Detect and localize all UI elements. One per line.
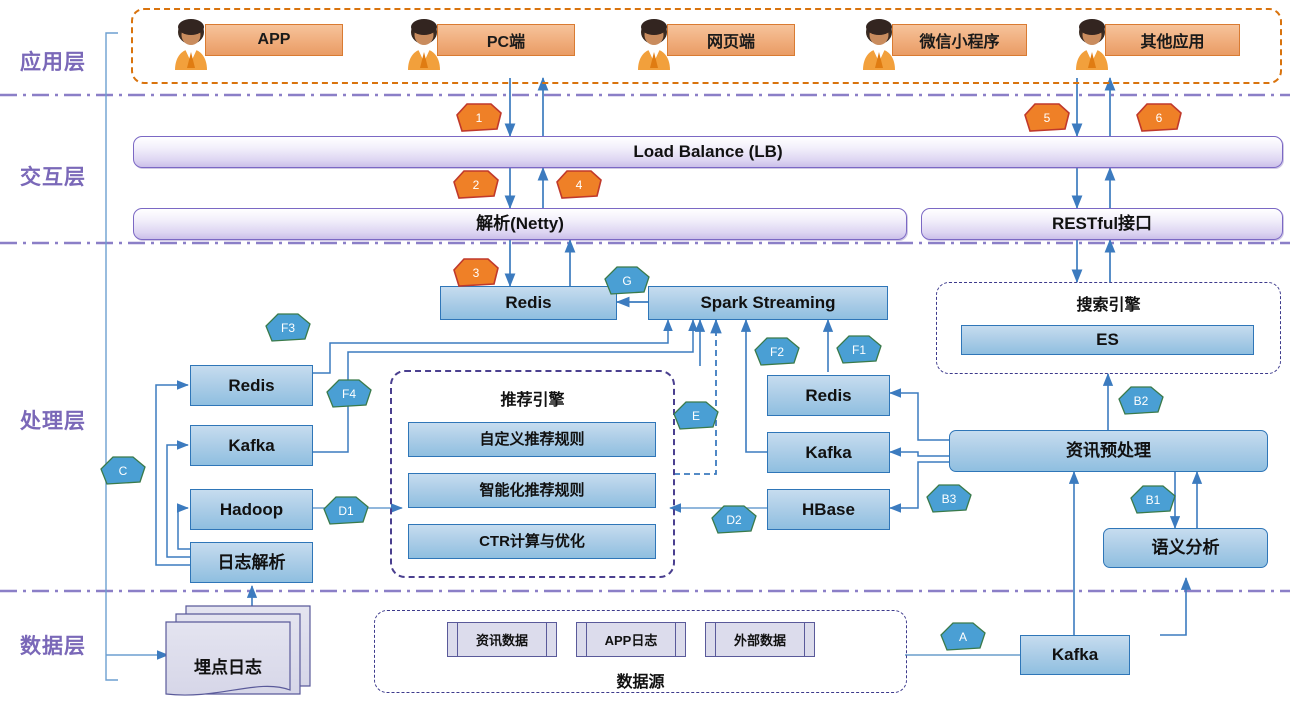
load-balance-box[interactable]: Load Balance (LB) [133, 136, 1283, 168]
client-pc[interactable]: PC端 [437, 24, 575, 56]
flow-marker-4: 4 [556, 170, 602, 200]
layer-label-interaction: 交互层 [20, 166, 86, 189]
tracking-log-label: 埋点日志 [194, 658, 262, 677]
flow-marker-C: C [100, 456, 146, 486]
client-other-apps[interactable]: 其他应用 [1105, 24, 1240, 56]
restful-api-box[interactable]: RESTful接口 [921, 208, 1283, 240]
news-preprocess-box[interactable]: 资讯预处理 [949, 430, 1268, 472]
flow-marker-F4: F4 [326, 379, 372, 409]
architecture-diagram: 应用层 交互层 处理层 数据层 APP PC端 网页端 微信小程序 其他应用 L… [0, 0, 1290, 703]
elasticsearch-box[interactable]: ES [961, 325, 1254, 355]
left-redis-box[interactable]: Redis [190, 365, 313, 406]
datasource-news[interactable]: 资讯数据 [447, 622, 557, 657]
left-kafka-box[interactable]: Kafka [190, 425, 313, 466]
smart-recommend-rule-box[interactable]: 智能化推荐规则 [408, 473, 656, 508]
tracking-log-shape [165, 605, 311, 696]
client-wechat-miniprogram[interactable]: 微信小程序 [892, 24, 1027, 56]
left-log-parse-box[interactable]: 日志解析 [190, 542, 313, 583]
recommend-engine-title: 推荐引擎 [500, 392, 565, 409]
flow-marker-B1: B1 [1130, 485, 1176, 515]
flow-marker-F2: F2 [754, 337, 800, 367]
datasource-title: 数据源 [616, 674, 665, 691]
spark-streaming-box[interactable]: Spark Streaming [648, 286, 888, 320]
netty-parser-box[interactable]: 解析(Netty) [133, 208, 907, 240]
layer-label-processing: 处理层 [20, 410, 86, 433]
tracking-log-stack [0, 0, 1, 1]
flow-marker-6: 6 [1136, 103, 1182, 133]
redis-cache-box[interactable]: Redis [440, 286, 617, 320]
flow-marker-D1: D1 [323, 496, 369, 526]
left-hadoop-box[interactable]: Hadoop [190, 489, 313, 530]
mid-kafka-box[interactable]: Kafka [767, 432, 890, 473]
layer-label-data: 数据层 [20, 635, 86, 658]
datasource-app-log[interactable]: APP日志 [576, 622, 686, 657]
data-kafka-box[interactable]: Kafka [1020, 635, 1130, 675]
search-engine-title: 搜索引擎 [1076, 297, 1141, 314]
flow-marker-B3: B3 [926, 484, 972, 514]
ctr-compute-optimize-box[interactable]: CTR计算与优化 [408, 524, 656, 559]
client-web[interactable]: 网页端 [667, 24, 795, 56]
client-app[interactable]: APP [205, 24, 343, 56]
flow-marker-G: G [604, 266, 650, 296]
flow-marker-F3: F3 [265, 313, 311, 343]
flow-marker-A: A [940, 622, 986, 652]
flow-marker-B2: B2 [1118, 386, 1164, 416]
flow-marker-3: 3 [453, 258, 499, 288]
semantic-analysis-box[interactable]: 语义分析 [1103, 528, 1268, 568]
layer-label-application: 应用层 [20, 51, 86, 74]
custom-recommend-rule-box[interactable]: 自定义推荐规则 [408, 422, 656, 457]
flow-marker-1: 1 [456, 103, 502, 133]
flow-marker-F1: F1 [836, 335, 882, 365]
mid-redis-box[interactable]: Redis [767, 375, 890, 416]
flow-marker-D2: D2 [711, 505, 757, 535]
mid-hbase-box[interactable]: HBase [767, 489, 890, 530]
flow-marker-5: 5 [1024, 103, 1070, 133]
flow-marker-E: E [673, 401, 719, 431]
flow-marker-2: 2 [453, 170, 499, 200]
datasource-external[interactable]: 外部数据 [705, 622, 815, 657]
